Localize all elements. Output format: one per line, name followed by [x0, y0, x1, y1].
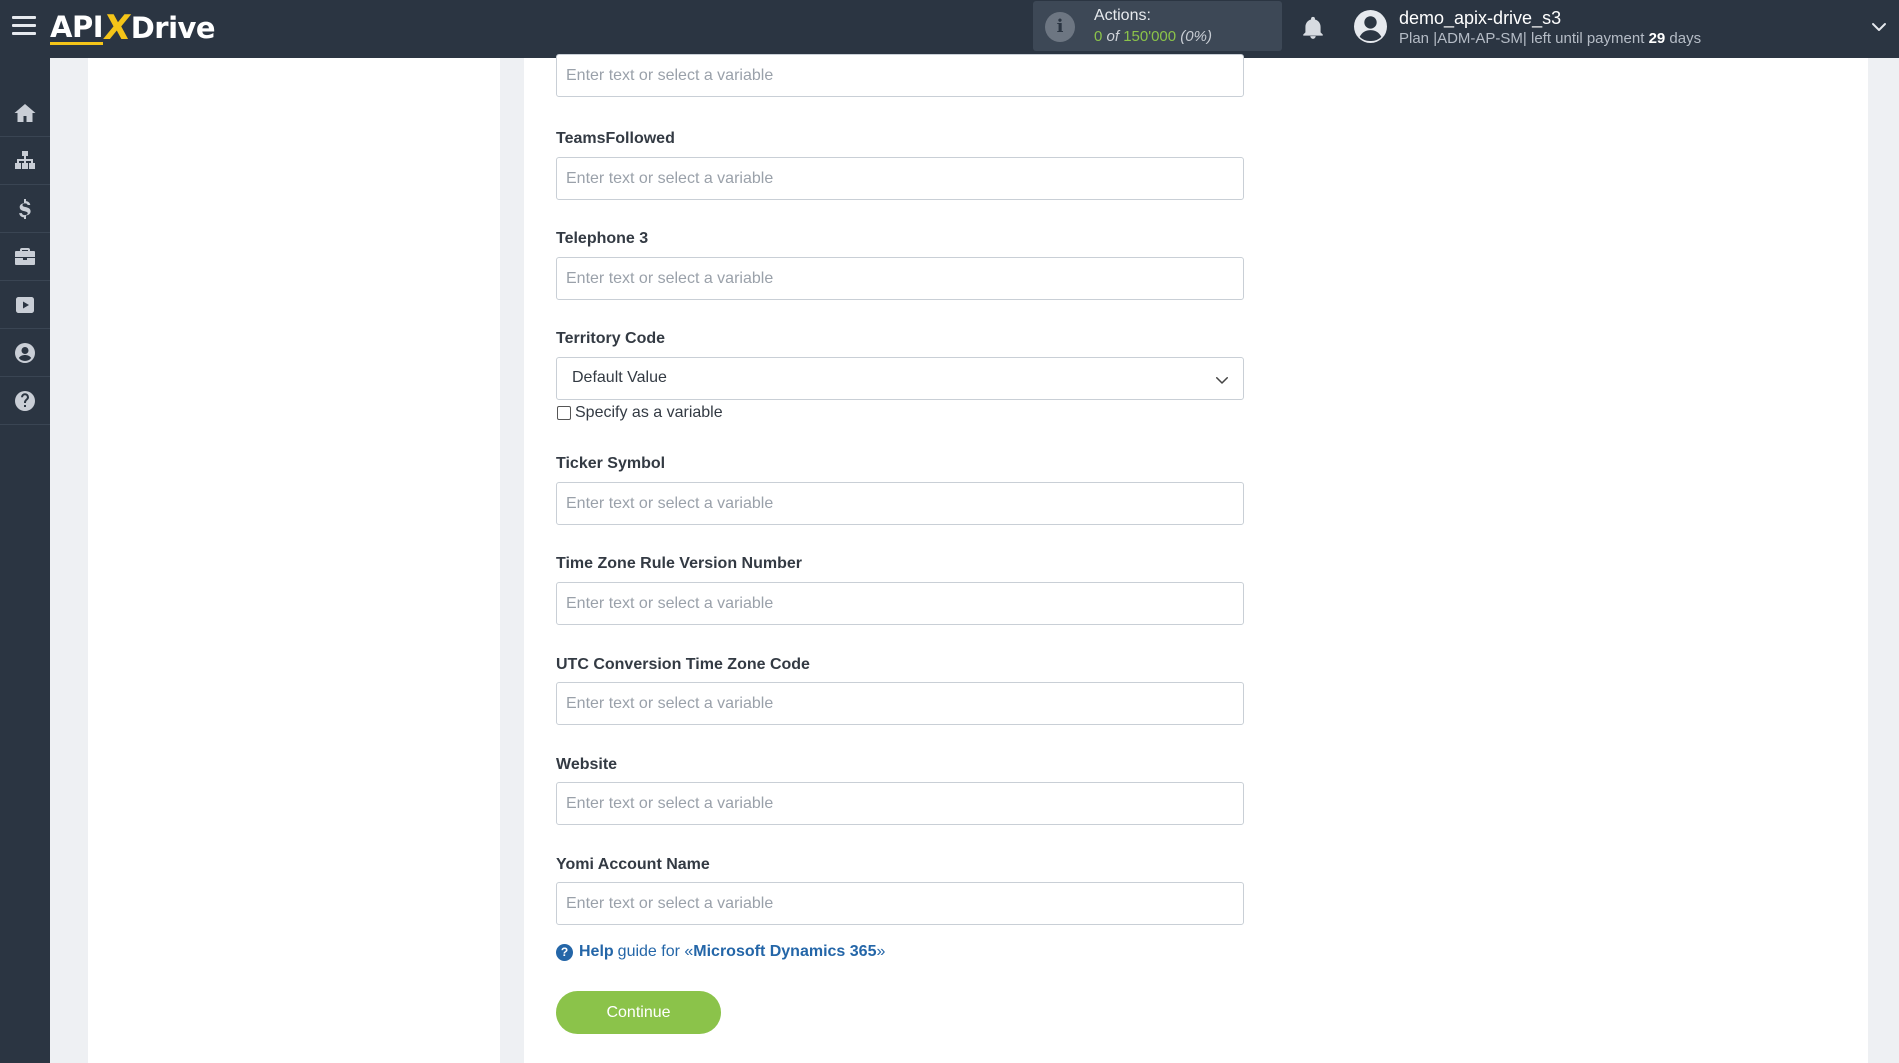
sitemap-icon [15, 151, 35, 169]
chevron-down-icon [1216, 377, 1228, 384]
specify-variable-label[interactable]: Specify as a variable [575, 404, 723, 422]
help-guide-close: » [876, 943, 886, 960]
info-icon: i [1045, 12, 1075, 42]
logo-text-drive: Drive [130, 11, 216, 45]
chevron-down-icon[interactable] [1870, 18, 1888, 36]
logo-text-api: API [50, 9, 104, 45]
specify-variable-checkbox[interactable] [557, 406, 571, 420]
top-bar: API X Drive i Actions: 0 of 150'000 (0%) d… [0, 0, 1899, 58]
help-link[interactable]: Help [579, 943, 614, 961]
field-label-teamsfollowed: TeamsFollowed [556, 130, 675, 147]
sidebar [0, 58, 50, 1063]
sidebar-item-videos[interactable] [0, 282, 50, 329]
help-guide: ? Help guide for «Microsoft Dynamics 365… [556, 943, 885, 961]
actions-count: 0 of 150'000 (0%) [1094, 28, 1212, 45]
user-name[interactable]: demo_apix-drive_s3 [1399, 8, 1561, 29]
field-input-website[interactable] [556, 782, 1244, 825]
field-label-yomi-account-name: Yomi Account Name [556, 856, 710, 873]
youtube-icon [16, 297, 34, 313]
continue-button[interactable]: Continue [556, 991, 721, 1034]
field-label-telephone-3: Telephone 3 [556, 230, 649, 247]
specify-variable-row: Specify as a variable [557, 404, 723, 422]
sidebar-item-help[interactable] [0, 378, 50, 425]
select-value: Default Value [572, 369, 667, 386]
user-avatar-icon[interactable] [1354, 10, 1387, 43]
sidebar-item-home[interactable] [0, 90, 50, 137]
field-input-time-zone-rule[interactable] [556, 582, 1244, 625]
question-circle-icon [15, 391, 35, 411]
user-plan-info: Plan |ADM-AP-SM| left until payment 29 d… [1399, 30, 1701, 47]
dollar-icon [19, 199, 31, 219]
field-label-time-zone-rule: Time Zone Rule Version Number [556, 555, 802, 572]
user-circle-icon [15, 343, 35, 363]
field-input-yomi-account-name[interactable] [556, 882, 1244, 925]
menu-icon[interactable] [12, 16, 36, 36]
field-input-ticker-symbol[interactable] [556, 482, 1244, 525]
actions-used: 0 [1094, 28, 1103, 45]
actions-percent: (0%) [1180, 28, 1212, 45]
territory-code-select[interactable]: Default Value [556, 357, 1244, 400]
actions-counter: i Actions: 0 of 150'000 (0%) [1033, 1, 1282, 51]
days-left: 29 [1648, 30, 1666, 47]
apix-drive-logo[interactable]: API X Drive [50, 8, 216, 48]
actions-total: 150'000 [1123, 28, 1177, 45]
briefcase-icon [15, 248, 35, 265]
bell-icon[interactable] [1300, 14, 1326, 42]
field-input-previous[interactable] [556, 54, 1244, 97]
field-label-utc-conversion: UTC Conversion Time Zone Code [556, 656, 810, 673]
sidebar-item-projects[interactable] [0, 234, 50, 281]
logo-text-x: X [101, 8, 133, 48]
field-label-territory-code: Territory Code [556, 330, 666, 347]
field-input-utc-conversion[interactable] [556, 682, 1244, 725]
help-service-link[interactable]: Microsoft Dynamics 365 [693, 943, 876, 961]
sidebar-item-connections[interactable] [0, 138, 50, 185]
plan-text: Plan |ADM-AP-SM| left until payment [1399, 30, 1645, 47]
sidebar-item-billing[interactable] [0, 186, 50, 233]
sidebar-item-account[interactable] [0, 330, 50, 377]
field-input-telephone-3[interactable] [556, 257, 1244, 300]
days-suffix: days [1669, 30, 1702, 47]
field-label-website: Website [556, 756, 618, 773]
help-guide-text: guide for « [617, 943, 694, 960]
left-panel [88, 58, 500, 1063]
field-input-teamsfollowed[interactable] [556, 157, 1244, 200]
field-label-ticker-symbol: Ticker Symbol [556, 455, 666, 472]
actions-of: of [1106, 28, 1120, 45]
home-icon [14, 104, 36, 122]
question-circle-icon: ? [556, 943, 573, 961]
actions-label: Actions: [1094, 7, 1151, 24]
